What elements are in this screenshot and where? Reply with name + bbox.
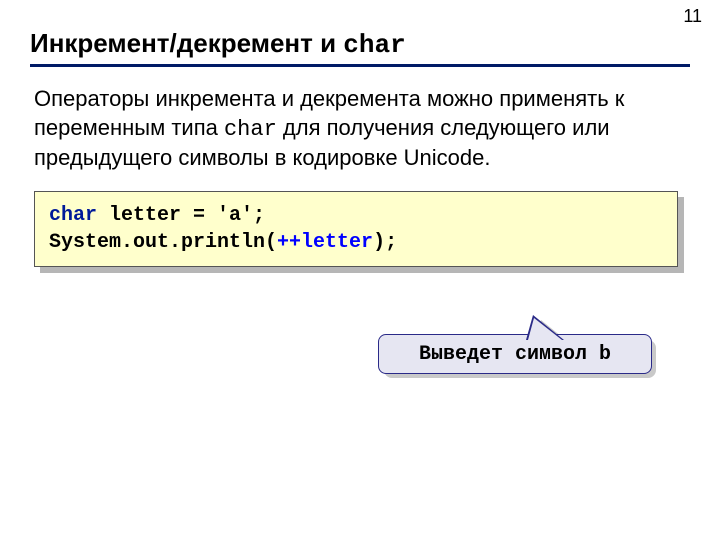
slide-title: Инкремент/декремент и char <box>30 28 690 60</box>
code-operator: ++letter <box>277 231 373 254</box>
code-block: char letter = 'a'; System.out.println(++… <box>34 191 678 267</box>
title-text: Инкремент/декремент и <box>30 28 343 58</box>
slide: 11 Инкремент/декремент и char Операторы … <box>0 0 720 540</box>
code-l2-a: System.out.println( <box>49 231 277 254</box>
title-mono: char <box>343 30 405 60</box>
para-mono: char <box>224 117 277 142</box>
code-l1-rest: letter = 'a'; <box>97 204 265 227</box>
page-number: 11 <box>683 6 702 27</box>
callout-tail <box>528 318 562 340</box>
code-l2-b: ); <box>373 231 397 254</box>
callout-text: Выведет символ b <box>419 343 611 366</box>
code-keyword: char <box>49 204 97 227</box>
callout-body: Выведет символ b <box>378 334 652 374</box>
code-box: char letter = 'a'; System.out.println(++… <box>34 191 678 267</box>
callout: Выведет символ b <box>378 320 658 370</box>
body-paragraph: Операторы инкремента и декремента можно … <box>34 85 686 173</box>
title-underline <box>30 64 690 67</box>
